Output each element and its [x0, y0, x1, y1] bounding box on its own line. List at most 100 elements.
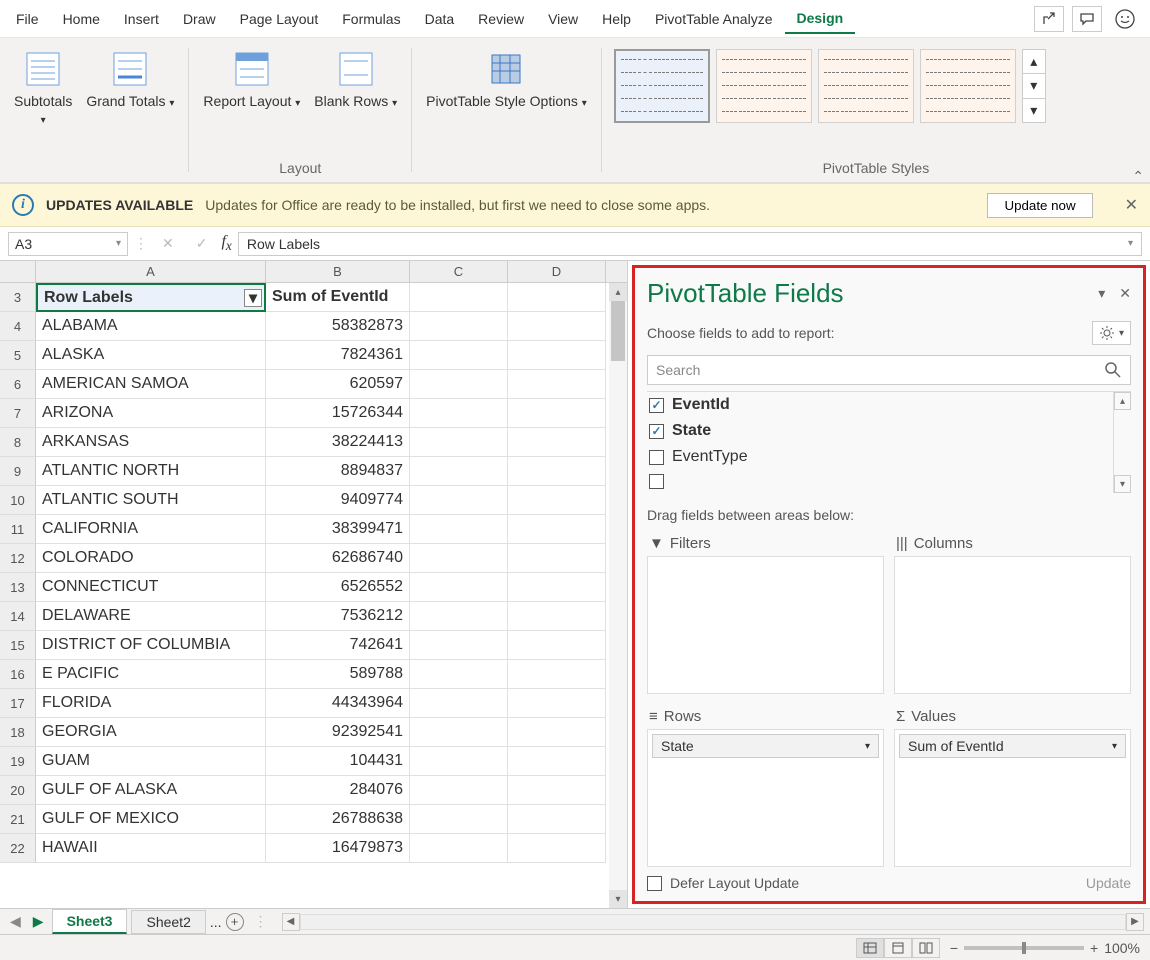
row-header[interactable]: 9	[0, 457, 36, 486]
field-state[interactable]: ✓ State	[647, 418, 1113, 444]
row-header[interactable]: 3	[0, 283, 36, 312]
pane-close-icon[interactable]: ✕	[1119, 285, 1131, 302]
rows-chip-state[interactable]: State ▾	[652, 734, 879, 758]
cell[interactable]: 284076	[266, 776, 410, 805]
cell[interactable]: 8894837	[266, 457, 410, 486]
row-header[interactable]: 12	[0, 544, 36, 573]
update-button[interactable]: Update	[1086, 875, 1131, 891]
cell[interactable]: 9409774	[266, 486, 410, 515]
zoom-slider[interactable]	[964, 946, 1084, 950]
cell[interactable]	[410, 457, 508, 486]
cell[interactable]	[410, 689, 508, 718]
sheet-nav-next[interactable]: ▶	[29, 913, 48, 930]
cell[interactable]	[410, 660, 508, 689]
scroll-thumb[interactable]	[611, 301, 625, 361]
cell[interactable]	[508, 457, 606, 486]
update-now-button[interactable]: Update now	[987, 193, 1092, 218]
tab-review[interactable]: Review	[466, 5, 536, 33]
cell[interactable]	[410, 776, 508, 805]
cell[interactable]	[508, 428, 606, 457]
cell[interactable]	[508, 718, 606, 747]
sheet-tab-sheet2[interactable]: Sheet2	[131, 910, 205, 934]
zoom-in-button[interactable]: +	[1090, 940, 1098, 956]
cell[interactable]	[508, 660, 606, 689]
cell[interactable]	[508, 312, 606, 341]
cell[interactable]: 7536212	[266, 602, 410, 631]
sheet-tabs-more[interactable]: ...	[210, 914, 222, 930]
cell[interactable]: HAWAII	[36, 834, 266, 863]
cell[interactable]	[508, 370, 606, 399]
cell[interactable]: 742641	[266, 631, 410, 660]
row-header[interactable]: 17	[0, 689, 36, 718]
style-options-button[interactable]: PivotTable Style Options ▾	[420, 43, 593, 114]
style-gallery-scroll[interactable]: ▴ ▾ ▾	[1022, 49, 1046, 123]
col-header-b[interactable]: B	[266, 261, 410, 282]
cell[interactable]: CONNECTICUT	[36, 573, 266, 602]
cell[interactable]: FLORIDA	[36, 689, 266, 718]
tab-help[interactable]: Help	[590, 5, 643, 33]
cell[interactable]	[508, 834, 606, 863]
new-sheet-button[interactable]: +	[226, 913, 244, 931]
row-header[interactable]: 22	[0, 834, 36, 863]
cell[interactable]: 62686740	[266, 544, 410, 573]
cell[interactable]: 26788638	[266, 805, 410, 834]
values-dropzone[interactable]: Sum of EventId ▾	[894, 729, 1131, 867]
col-header-a[interactable]: A	[36, 261, 266, 282]
gallery-up-icon[interactable]: ▴	[1023, 50, 1045, 74]
style-thumb-1[interactable]	[614, 49, 710, 123]
confirm-formula-icon[interactable]: ✓	[188, 235, 216, 252]
cell[interactable]	[508, 544, 606, 573]
columns-dropzone[interactable]	[894, 556, 1131, 694]
pane-menu-icon[interactable]: ▾	[1098, 285, 1105, 302]
fields-scroll-up-icon[interactable]: ▴	[1114, 392, 1131, 410]
formula-expand-icon[interactable]: ▾	[1128, 238, 1133, 249]
row-header[interactable]: 15	[0, 631, 36, 660]
row-header[interactable]: 14	[0, 602, 36, 631]
cell[interactable]: ALASKA	[36, 341, 266, 370]
tab-formulas[interactable]: Formulas	[330, 5, 412, 33]
row-header[interactable]: 4	[0, 312, 36, 341]
account-icon[interactable]	[1110, 6, 1140, 32]
tab-view[interactable]: View	[536, 5, 590, 33]
cell[interactable]: GULF OF MEXICO	[36, 805, 266, 834]
view-page-break-button[interactable]	[912, 938, 940, 958]
cell[interactable]	[508, 805, 606, 834]
gallery-down-icon[interactable]: ▾	[1023, 74, 1045, 98]
cell[interactable]	[410, 573, 508, 602]
cell[interactable]: CALIFORNIA	[36, 515, 266, 544]
sheet-tab-sheet3[interactable]: Sheet3	[52, 909, 128, 934]
cell[interactable]	[410, 428, 508, 457]
tab-file[interactable]: File	[10, 5, 51, 33]
cell[interactable]: 620597	[266, 370, 410, 399]
cell[interactable]	[410, 805, 508, 834]
cell[interactable]: 6526552	[266, 573, 410, 602]
cell[interactable]	[410, 515, 508, 544]
report-layout-button[interactable]: Report Layout ▾	[197, 43, 306, 114]
cell[interactable]	[508, 747, 606, 776]
checkbox-checked-icon[interactable]: ✓	[649, 398, 664, 413]
cell-a3[interactable]: Row Labels ▾	[36, 283, 266, 312]
col-header-c[interactable]: C	[410, 261, 508, 282]
cell[interactable]: 38224413	[266, 428, 410, 457]
scroll-down-icon[interactable]: ▾	[609, 890, 627, 908]
view-normal-button[interactable]	[856, 938, 884, 958]
cell[interactable]	[508, 689, 606, 718]
cell-c3[interactable]	[410, 283, 508, 312]
cell[interactable]	[410, 341, 508, 370]
cell[interactable]: 16479873	[266, 834, 410, 863]
tab-insert[interactable]: Insert	[112, 5, 171, 33]
row-header[interactable]: 6	[0, 370, 36, 399]
checkbox-icon[interactable]	[649, 474, 664, 489]
gallery-more-icon[interactable]: ▾	[1023, 99, 1045, 122]
cell[interactable]: AMERICAN SAMOA	[36, 370, 266, 399]
comments-button[interactable]	[1072, 6, 1102, 32]
cell[interactable]: 589788	[266, 660, 410, 689]
hscroll-right-icon[interactable]: ▶	[1126, 913, 1144, 931]
style-thumb-4[interactable]	[920, 49, 1016, 123]
row-header[interactable]: 13	[0, 573, 36, 602]
formula-input[interactable]: Row Labels ▾	[238, 232, 1142, 256]
row-header[interactable]: 5	[0, 341, 36, 370]
cell[interactable]	[410, 370, 508, 399]
cell[interactable]: DISTRICT OF COLUMBIA	[36, 631, 266, 660]
field-eventid[interactable]: ✓ EventId	[647, 392, 1113, 418]
